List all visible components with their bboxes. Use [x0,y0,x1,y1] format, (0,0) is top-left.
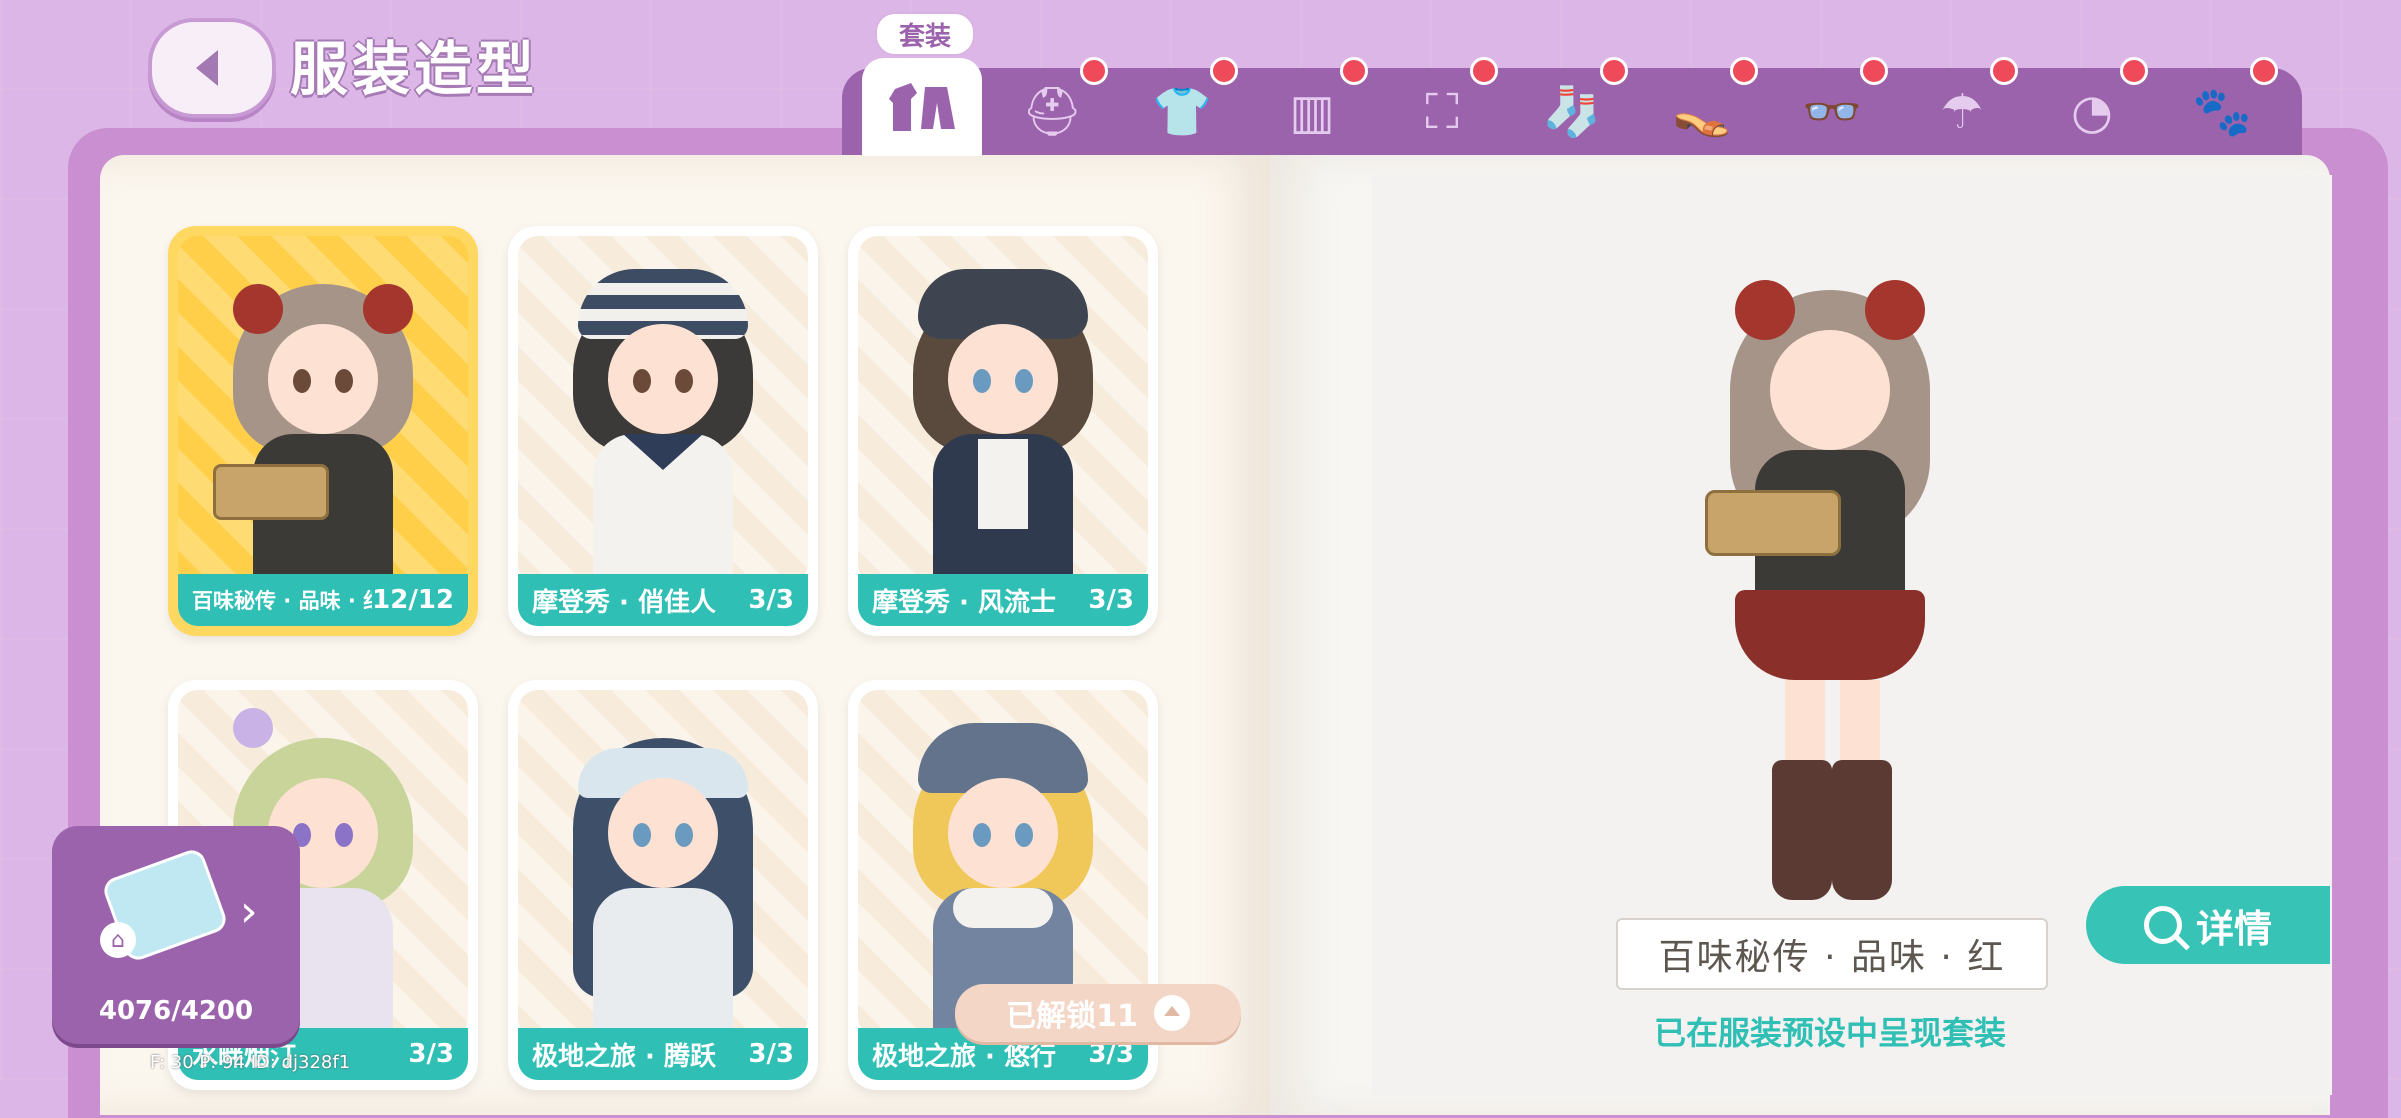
outfit-count: 3/3 [748,585,794,615]
notification-dot [2250,57,2278,85]
notification-dot [1470,57,1498,85]
outfit-card[interactable]: 摩登秀 · 俏佳人 3/3 [508,226,818,636]
notification-dot [2120,57,2148,85]
back-arrow-icon [196,50,218,86]
puzzle-collection-button[interactable]: ⌂ › 4076/4200 [52,826,300,1044]
umbrella-icon: ☂ [1940,84,1984,140]
tab-outfit-set[interactable] [862,58,982,156]
page-title: 服装造型 [290,35,539,103]
preview-note: 已在服装预设中呈现套装 [1653,1014,2006,1052]
chevron-up-icon [1153,995,1190,1031]
unlocked-label: 已解锁11 [1006,999,1138,1034]
home-icon: ⌂ [100,922,136,958]
chevron-right-icon: › [240,886,258,937]
outfit-card-art [178,236,468,584]
details-label: 详情 [2195,906,2272,951]
hair-icon: ◔ [2071,84,2113,140]
outfit-name: 摩登秀 · 风流士 [872,587,1056,618]
notification-dot [1340,57,1368,85]
outfit-thumbnail [213,254,433,584]
notification-dot [1990,57,2018,85]
outfit-name: 百味秘传 · 品味 · 红 [192,589,373,613]
puzzle-count: 4076/4200 [98,996,254,1026]
socks-icon: 🧦 [1542,84,1602,140]
outfit-thumbnail [553,708,773,1038]
outfit-card-footer: 摩登秀 · 风流士 3/3 [858,574,1148,626]
outfit-card-art [518,236,808,584]
outfit-name: 摩登秀 · 俏佳人 [532,587,716,618]
overalls-icon: ⛶ [1425,84,1459,140]
character-preview[interactable] [1700,250,1960,910]
outfit-count: 3/3 [748,1039,794,1069]
outfit-card[interactable]: 极地之旅 · 腾跃 3/3 [508,680,818,1090]
preview-outfit-name: 百味秘传 · 品味 · 红 [1616,918,2048,990]
details-button[interactable]: 详情 [2086,886,2330,964]
outfit-name: 极地之旅 · 腾跃 [532,1041,716,1072]
search-icon [2143,906,2182,944]
outfit-card[interactable]: 摩登秀 · 风流士 3/3 [848,226,1158,636]
outfit-thumbnail [893,254,1113,584]
notification-dot [1730,57,1758,85]
outfit-thumbnail [553,254,773,584]
hat-icon: ⛑ [1021,84,1083,140]
outfit-card-footer: 极地之旅 · 腾跃 3/3 [518,1028,808,1080]
back-button[interactable] [148,18,276,118]
outfit-icon [889,83,955,131]
debug-info: F: 30 P: 94 ID: dj328f1 [150,1052,351,1073]
outfit-card-footer: 百味秘传 · 品味 · 红 12/12 [178,574,468,626]
outfit-count: 3/3 [408,1039,454,1069]
outfit-card-art [518,690,808,1038]
notification-dot [1210,57,1238,85]
outfit-card-art [858,236,1148,584]
outfit-count: 12/12 [372,585,454,615]
slippers-icon: 👡 [1672,84,1732,140]
glasses-icon: 👓 [1802,84,1862,140]
notification-dot [1080,57,1108,85]
outfit-card[interactable]: 百味秘传 · 品味 · 红 12/12 [168,226,478,636]
pants-icon: ▥ [1289,84,1335,140]
shirt-icon: 👕 [1152,84,1212,140]
paw-shirt-icon: 🐾 [2192,84,2252,140]
notification-dot [1600,57,1628,85]
unlocked-filter-button[interactable]: 已解锁11 [955,984,1241,1042]
outfit-card-footer: 摩登秀 · 俏佳人 3/3 [518,574,808,626]
outfit-count: 3/3 [1088,585,1134,615]
outfit-count: 3/3 [1088,1039,1134,1069]
notification-dot [1860,57,1888,85]
active-tab-label: 套装 [875,12,975,56]
